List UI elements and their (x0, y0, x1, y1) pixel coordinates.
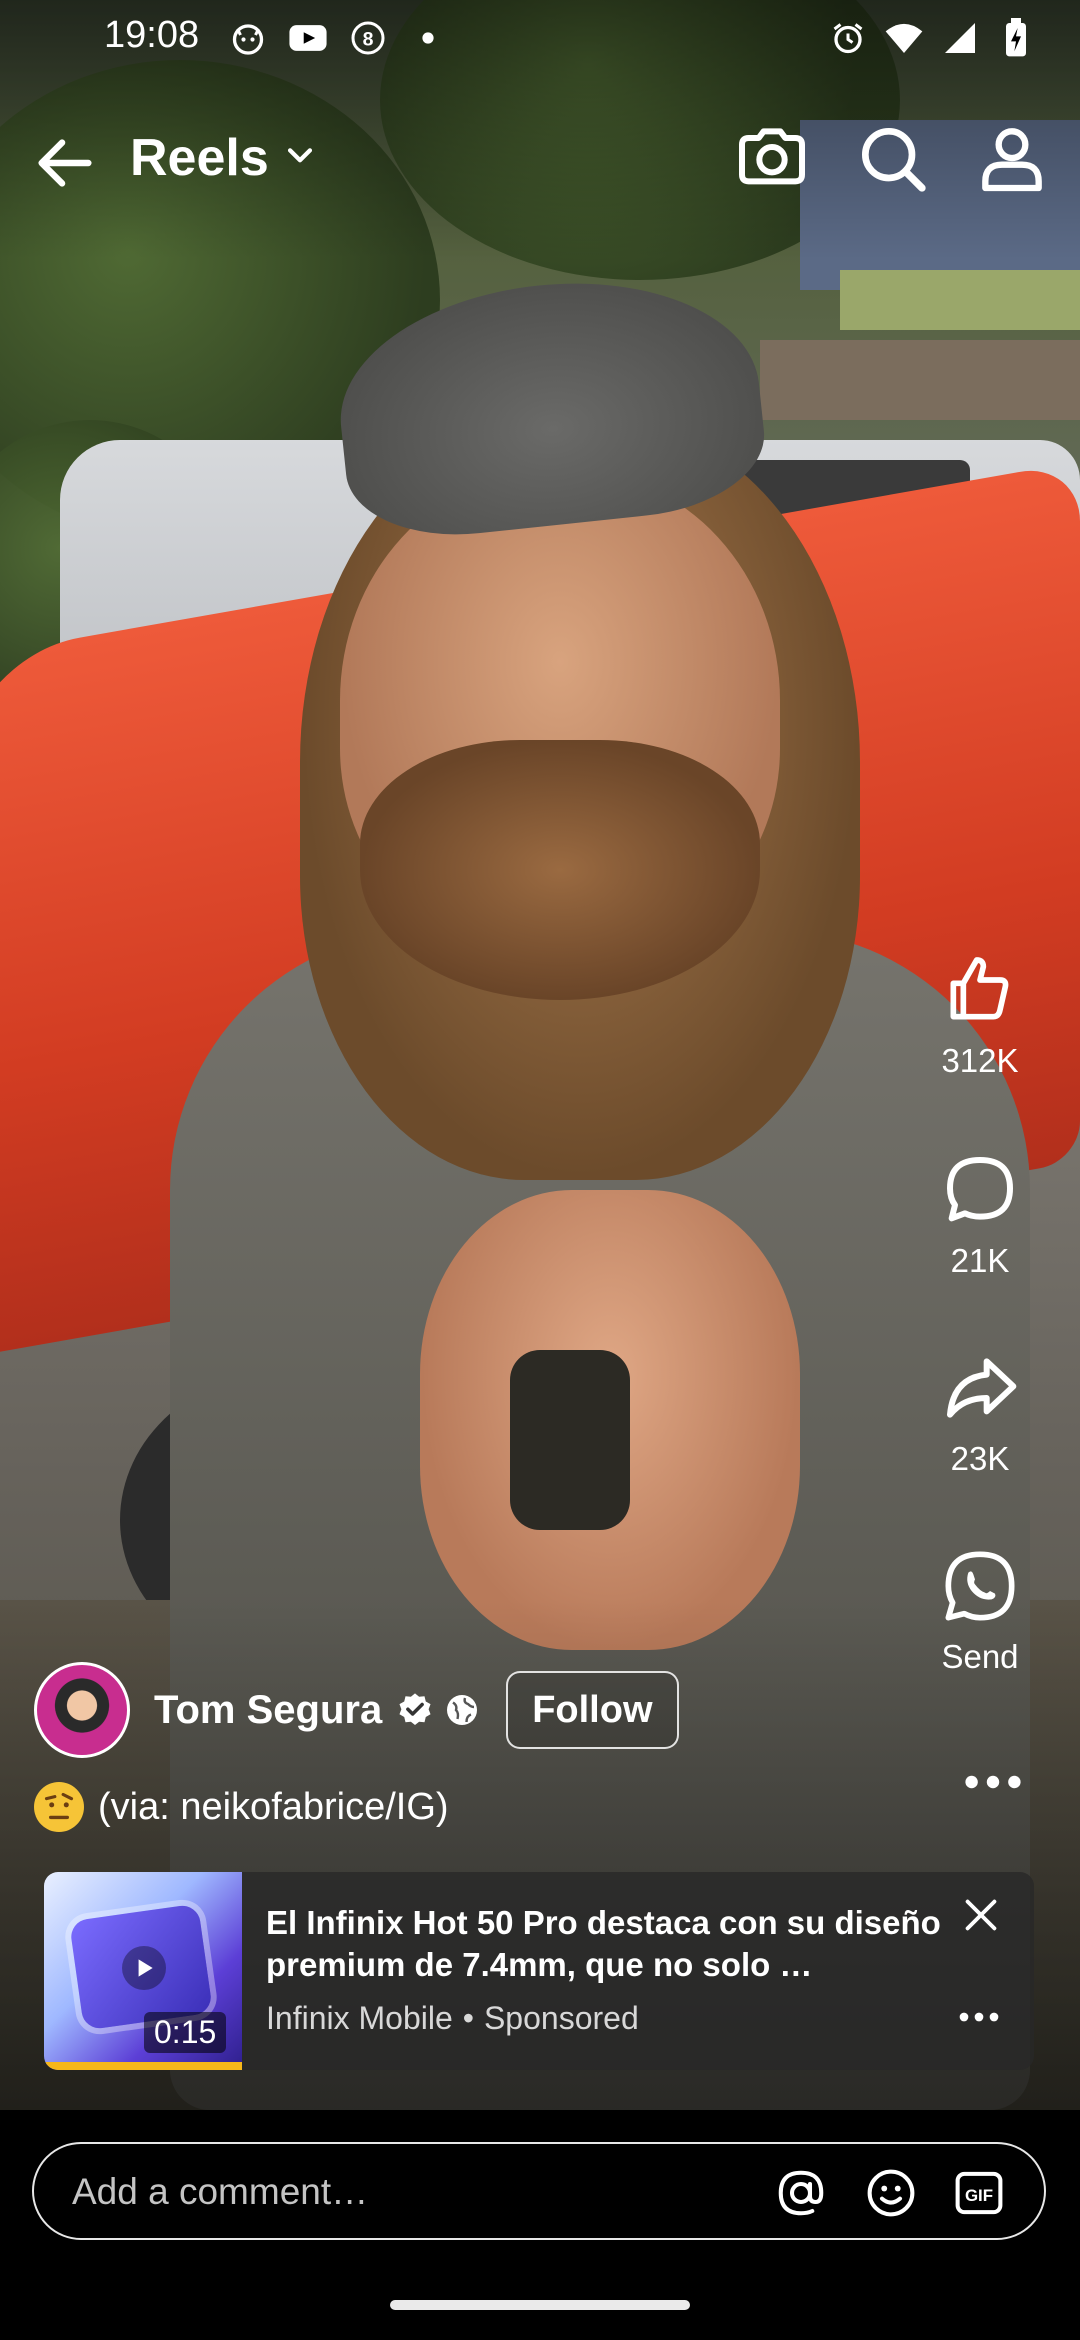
ad-sponsored-label: Sponsored (483, 2000, 639, 2036)
search-icon[interactable] (852, 118, 932, 198)
video-person (360, 740, 760, 1000)
svg-text:8: 8 (363, 29, 374, 51)
cat-face-icon (228, 18, 268, 58)
battery-charging-icon (996, 18, 1036, 58)
share-button[interactable]: 23K (880, 1348, 1080, 1478)
ad-meta: Infinix Mobile • Sponsored (266, 2000, 639, 2037)
video-scenery (840, 270, 1080, 330)
ad-advertiser: Infinix Mobile (266, 2000, 453, 2036)
home-indicator[interactable] (390, 2300, 690, 2310)
whatsapp-icon (940, 1546, 1020, 1626)
reels-title-dropdown[interactable]: Reels (130, 128, 317, 188)
emoji-icon[interactable] (864, 2166, 918, 2220)
close-icon[interactable] (958, 1892, 1004, 1938)
video-person (510, 1350, 630, 1530)
thumbs-up-icon (940, 950, 1020, 1030)
ad-more-options-icon[interactable] (954, 2002, 1004, 2032)
ad-separator: • (462, 2000, 474, 2036)
share-arrow-icon (940, 1348, 1020, 1428)
play-icon (122, 1946, 166, 1990)
video-scenery (760, 340, 1080, 420)
like-count: 312K (941, 1042, 1019, 1079)
follow-button[interactable]: Follow (506, 1671, 679, 1749)
send-whatsapp-button[interactable]: Send (880, 1546, 1080, 1676)
status-right-icons (828, 18, 1036, 58)
globe-icon (444, 1692, 480, 1728)
more-options-icon[interactable] (958, 1762, 1028, 1802)
wifi-icon (884, 18, 924, 58)
page-title: Reels (130, 129, 269, 187)
profile-icon[interactable] (972, 118, 1052, 198)
like-button[interactable]: 312K (880, 950, 1080, 1080)
ad-title: El Infinix Hot 50 Pro destaca con su dis… (266, 1904, 941, 1983)
youtube-icon (288, 18, 328, 58)
status-bar: 19:08 8 (0, 0, 1080, 80)
verified-badge-icon (396, 1691, 434, 1729)
status-time: 19:08 (104, 14, 200, 56)
reels-header: Reels (0, 110, 1080, 210)
svg-text:GIF: GIF (965, 2186, 993, 2205)
comment-button[interactable]: 21K (880, 1150, 1080, 1280)
comment-input[interactable] (70, 2144, 754, 2240)
circled-8-icon: 8 (348, 18, 388, 58)
sponsored-ad-card[interactable]: 0:15 El Infinix Hot 50 Pro destaca con s… (44, 1872, 1034, 2070)
chevron-down-icon (283, 139, 317, 178)
status-left-icons: 8 (228, 18, 448, 58)
comment-count: 21K (950, 1242, 1010, 1279)
back-arrow-icon[interactable] (30, 128, 100, 198)
camera-icon[interactable] (732, 118, 812, 198)
mention-icon[interactable] (774, 2166, 828, 2220)
author-name[interactable]: Tom Segura (154, 1688, 382, 1733)
comment-box[interactable]: GIF (32, 2142, 1046, 2240)
ad-video-thumbnail[interactable]: 0:15 (44, 1872, 242, 2070)
avatar[interactable] (34, 1662, 130, 1758)
post-caption[interactable]: (via: neikofabrice/IG) (34, 1782, 449, 1832)
raised-eyebrow-emoji-icon (34, 1782, 84, 1832)
send-label: Send (941, 1638, 1019, 1675)
dot-icon (408, 18, 448, 58)
comment-bubble-icon (940, 1150, 1020, 1230)
alarm-icon (828, 18, 868, 58)
ad-duration: 0:15 (144, 2012, 227, 2053)
author-row: Tom Segura Follow (34, 1660, 679, 1760)
signal-icon (940, 18, 980, 58)
comment-bar: GIF (0, 2110, 1080, 2340)
gif-icon[interactable]: GIF (952, 2166, 1006, 2220)
caption-text: (via: neikofabrice/IG) (98, 1785, 449, 1828)
ad-progress-bar (44, 2062, 242, 2070)
share-count: 23K (950, 1440, 1010, 1477)
